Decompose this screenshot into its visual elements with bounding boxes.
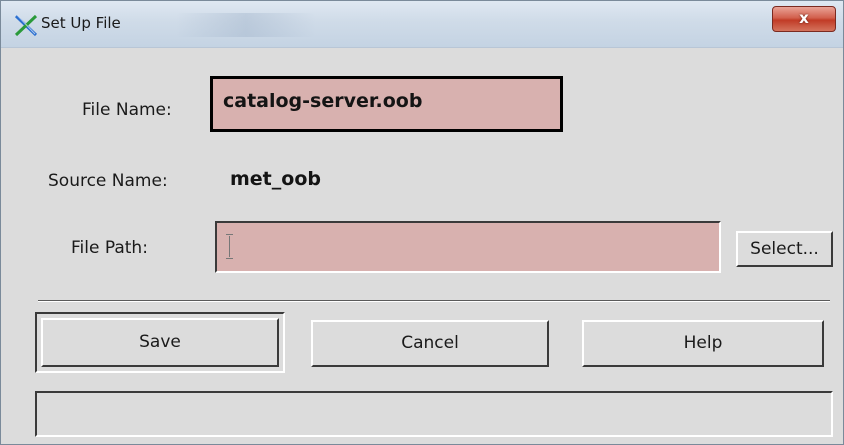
file-name-label: File Name:: [82, 100, 172, 120]
close-icon: x: [799, 9, 809, 27]
separator: [38, 300, 830, 302]
x-window-icon: [14, 14, 38, 37]
status-bar: [35, 391, 833, 437]
file-name-field[interactable]: catalog-server.oob: [209, 75, 564, 133]
select-button[interactable]: Select...: [736, 231, 833, 267]
file-path-field[interactable]: [215, 221, 721, 273]
file-name-value: catalog-server.oob: [223, 90, 423, 112]
save-button[interactable]: Save: [41, 318, 279, 367]
cancel-button[interactable]: Cancel: [311, 320, 549, 367]
dialog-body: File Name: catalog-server.oob Source Nam…: [1, 48, 843, 444]
help-button[interactable]: Help: [582, 320, 824, 367]
set-up-file-window: Set Up File x File Name: catalog-server.…: [0, 0, 844, 445]
text-cursor-icon: [226, 234, 233, 259]
source-name-label: Source Name:: [48, 171, 168, 191]
file-path-label: File Path:: [71, 238, 148, 258]
window-title: Set Up File: [41, 14, 121, 32]
close-button[interactable]: x: [772, 6, 836, 32]
title-bar[interactable]: Set Up File x: [1, 1, 843, 48]
source-name-value: met_oob: [230, 168, 321, 190]
title-bar-blur: [176, 13, 316, 37]
